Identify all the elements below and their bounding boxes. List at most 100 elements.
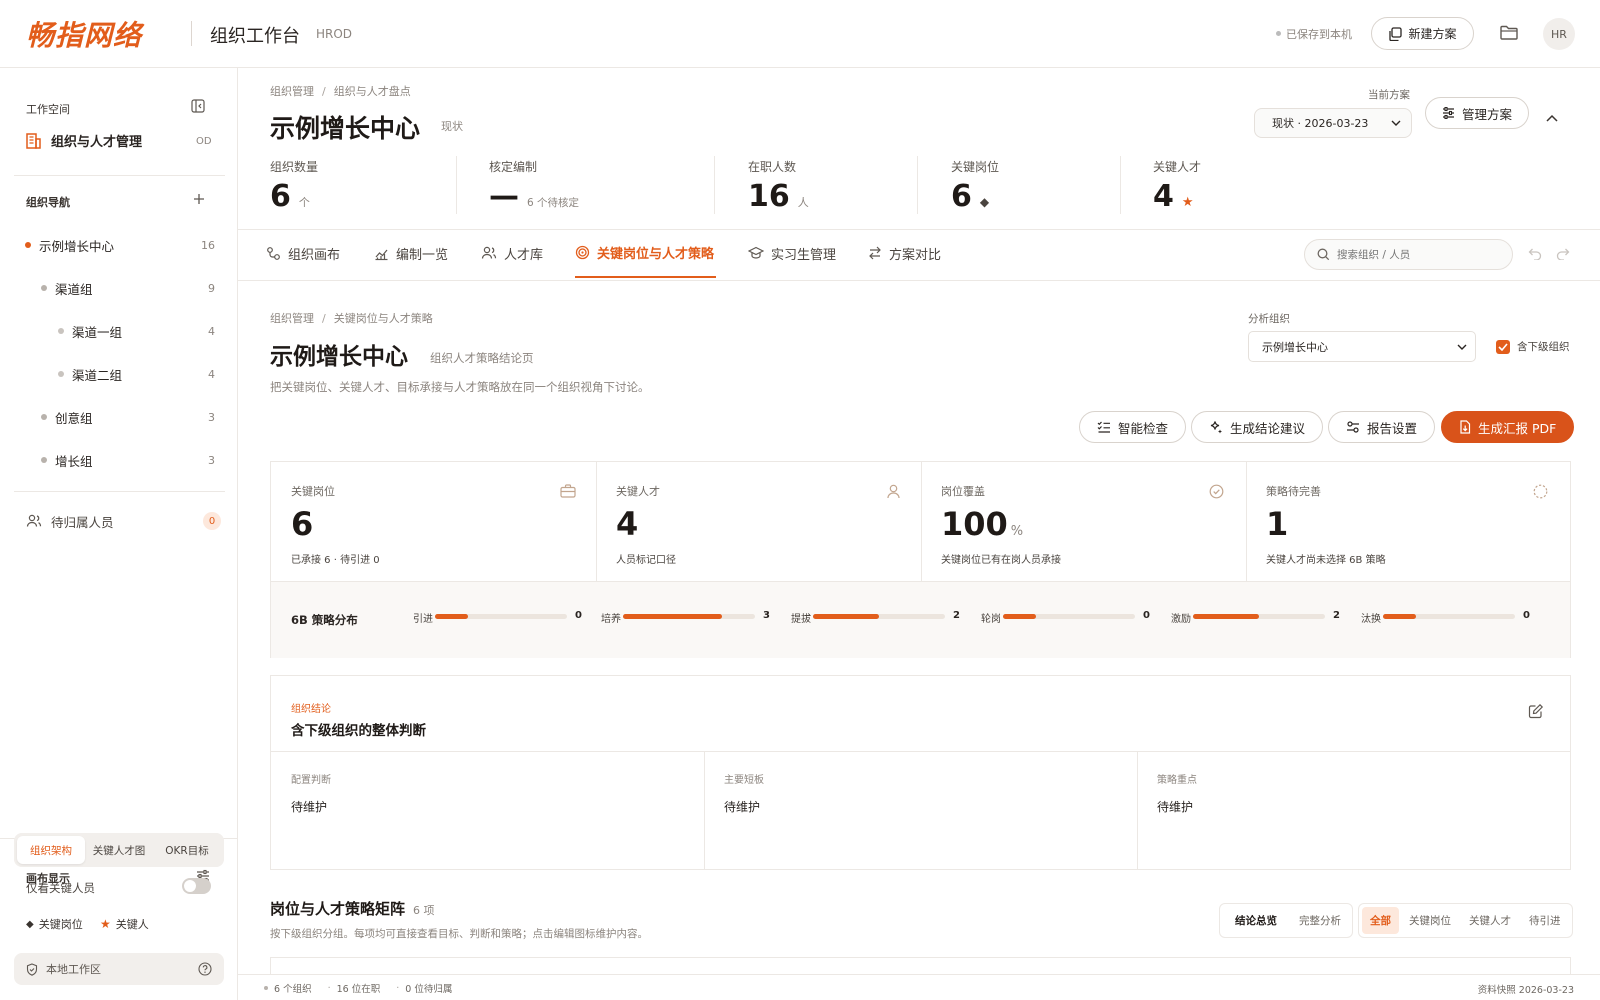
filter-key-posts[interactable]: 关键岗位 bbox=[1401, 907, 1459, 934]
status-separator: · bbox=[327, 982, 331, 994]
workspace-switcher[interactable]: 组织与人才管理 bbox=[24, 131, 142, 150]
manage-plan-label: 管理方案 bbox=[1462, 106, 1513, 122]
divider bbox=[14, 175, 225, 176]
strategy-bar-value: 0 bbox=[1143, 610, 1150, 621]
smart-check-button[interactable]: 智能检查 bbox=[1079, 411, 1187, 443]
strategy-bar-track bbox=[623, 614, 755, 619]
help-icon[interactable] bbox=[198, 962, 212, 976]
conclusion-title: 含下级组织的整体判断 bbox=[291, 723, 426, 739]
tab-headcount[interactable]: 编制一览 bbox=[374, 228, 448, 278]
swap-icon bbox=[869, 246, 881, 260]
strategy-bar-fill bbox=[435, 614, 468, 619]
matrix-filter: 全部 关键岗位 关键人才 待引进 bbox=[1358, 903, 1573, 938]
tab-talent-pool[interactable]: 人才库 bbox=[481, 228, 543, 278]
plan-select[interactable]: 现状 · 2026-03-23 bbox=[1254, 108, 1412, 138]
view-summary[interactable]: 结论总览 bbox=[1223, 907, 1289, 934]
segment-key-talent[interactable]: 关键人才图 bbox=[85, 836, 153, 864]
divider bbox=[714, 156, 715, 214]
conclusion-card: 组织结论 含下级组织的整体判断 配置判断 待维护 主要短板 待维护 策略重点 待… bbox=[270, 675, 1571, 870]
local-workspace[interactable]: 本地工作区 bbox=[14, 953, 224, 985]
kpi-label: 关键人才 bbox=[616, 485, 660, 498]
content-breadcrumb: 组织管理 / 关键岗位与人才策略 bbox=[270, 310, 433, 326]
report-settings-button[interactable]: 报告设置 bbox=[1328, 411, 1436, 443]
folder-icon[interactable] bbox=[1499, 24, 1519, 45]
view-full[interactable]: 完整分析 bbox=[1291, 907, 1349, 934]
breadcrumb-item[interactable]: 组织管理 bbox=[270, 310, 314, 326]
strategy-label: 6B 策略分布 bbox=[291, 613, 358, 627]
tree-dot-icon bbox=[58, 328, 64, 334]
conclusion-col-value: 待维护 bbox=[1157, 800, 1194, 814]
kpi-label: 岗位覆盖 bbox=[941, 485, 985, 498]
divider bbox=[1246, 462, 1247, 581]
generate-conclusion-button[interactable]: 生成结论建议 bbox=[1191, 411, 1324, 443]
stat-key-talent: 关键人才 4 ★ bbox=[1153, 158, 1201, 214]
include-sub-checkbox[interactable]: 含下级组织 bbox=[1496, 339, 1570, 354]
stat-label: 关键岗位 bbox=[951, 160, 1000, 174]
pending-members[interactable]: 待归属人员 0 bbox=[14, 502, 225, 540]
tab-org-canvas[interactable]: 组织画布 bbox=[266, 228, 340, 278]
smart-check-label: 智能检查 bbox=[1118, 420, 1169, 436]
tree-dot-icon bbox=[41, 457, 47, 463]
filter-all[interactable]: 全部 bbox=[1362, 907, 1399, 934]
breadcrumb-item[interactable]: 组织与人才盘点 bbox=[334, 83, 411, 99]
segment-okr[interactable]: OKR目标 bbox=[153, 836, 221, 864]
kpi-unit: % bbox=[1010, 524, 1024, 539]
tab-label: 编制一览 bbox=[396, 247, 449, 263]
tab-intern[interactable]: 实习生管理 bbox=[748, 228, 836, 278]
avatar[interactable]: HR bbox=[1543, 18, 1575, 50]
segment-org-structure[interactable]: 组织架构 bbox=[17, 836, 85, 864]
filter-to-recruit[interactable]: 待引进 bbox=[1521, 907, 1569, 934]
page-title: 示例增长中心 bbox=[270, 114, 421, 143]
app-title: 组织工作台 bbox=[210, 26, 300, 47]
saved-status: 已保存到本机 bbox=[1286, 28, 1352, 41]
tree-item[interactable]: 增长组 3 bbox=[14, 441, 225, 479]
chevron-down-icon bbox=[1391, 120, 1401, 126]
top-bar: 畅指网络 组织工作台 HROD 已保存到本机 新建方案 HR bbox=[0, 0, 1600, 68]
breadcrumb-item[interactable]: 组织管理 bbox=[270, 83, 314, 99]
search-input[interactable] bbox=[1337, 248, 1497, 261]
analysis-org-select[interactable]: 示例增长中心 bbox=[1248, 331, 1476, 362]
strategy-bar-label: 提拔 bbox=[791, 614, 811, 625]
edit-icon[interactable] bbox=[1528, 703, 1544, 719]
divider bbox=[917, 156, 918, 214]
tree-item[interactable]: 渠道组 9 bbox=[14, 269, 225, 307]
redo-icon[interactable] bbox=[1556, 248, 1570, 260]
tree-item[interactable]: 创意组 3 bbox=[14, 398, 225, 436]
tree-label: 渠道一组 bbox=[72, 324, 123, 340]
tree-item[interactable]: 渠道一组 4 bbox=[14, 312, 225, 350]
breadcrumb-item[interactable]: 关键岗位与人才策略 bbox=[334, 310, 433, 326]
conclusion-col-value: 待维护 bbox=[724, 800, 761, 814]
pending-label: 待归属人员 bbox=[51, 514, 114, 530]
status-bar: 6 个组织 · 16 位在职 · 0 位待归属 资料快照 2026-03-23 bbox=[238, 974, 1600, 1000]
chevron-up-icon[interactable] bbox=[1546, 114, 1558, 122]
legend-key-post-label: 关键岗位 bbox=[38, 918, 83, 931]
stat-org-count: 组织数量 6 个 bbox=[270, 158, 318, 214]
manage-plan-button[interactable]: 管理方案 bbox=[1425, 97, 1530, 129]
strategy-bar-value: 0 bbox=[1523, 610, 1530, 621]
tree-label: 示例增长中心 bbox=[39, 238, 115, 254]
tab-label: 关键岗位与人才策略 bbox=[597, 246, 715, 262]
tree-item[interactable]: 渠道二组 4 bbox=[14, 355, 225, 393]
toggle-knob bbox=[184, 880, 196, 892]
tab-key-post-strategy[interactable]: 关键岗位与人才策略 bbox=[575, 228, 717, 278]
kpi-card: 关键岗位 6 已承接 6 · 待引进 0 关键人才 4 人员标记口径 岗位覆盖 … bbox=[270, 461, 1571, 658]
tab-plan-compare[interactable]: 方案对比 bbox=[868, 228, 941, 278]
undo-icon[interactable] bbox=[1528, 248, 1542, 260]
strategy-bar-fill bbox=[623, 614, 722, 619]
conclusion-col: 主要短板 待维护 bbox=[724, 771, 764, 815]
collapse-sidebar-icon[interactable] bbox=[191, 99, 205, 113]
generate-pdf-button[interactable]: 生成汇报 PDF bbox=[1441, 411, 1575, 443]
only-key-toggle[interactable] bbox=[182, 878, 211, 894]
breadcrumb-separator: / bbox=[322, 311, 326, 325]
tree-count: 4 bbox=[208, 324, 215, 338]
add-org-icon[interactable] bbox=[193, 193, 205, 205]
new-plan-label: 新建方案 bbox=[1408, 27, 1457, 41]
display-mode-toggle: 组织架构 关键人才图 OKR目标 bbox=[14, 833, 224, 867]
filter-key-talent[interactable]: 关键人才 bbox=[1461, 907, 1519, 934]
new-plan-button[interactable]: 新建方案 bbox=[1371, 17, 1474, 50]
strategy-bar-value: 0 bbox=[575, 610, 582, 621]
tab-label: 人才库 bbox=[504, 247, 544, 263]
stat-headcount-quota: 核定编制 — 6 个待核定 bbox=[489, 158, 579, 214]
tree-item-root[interactable]: 示例增长中心 16 bbox=[14, 226, 225, 264]
kpi-strategy-pending: 策略待完善 1 关键人才尚未选择 6B 策略 bbox=[1266, 483, 1386, 566]
